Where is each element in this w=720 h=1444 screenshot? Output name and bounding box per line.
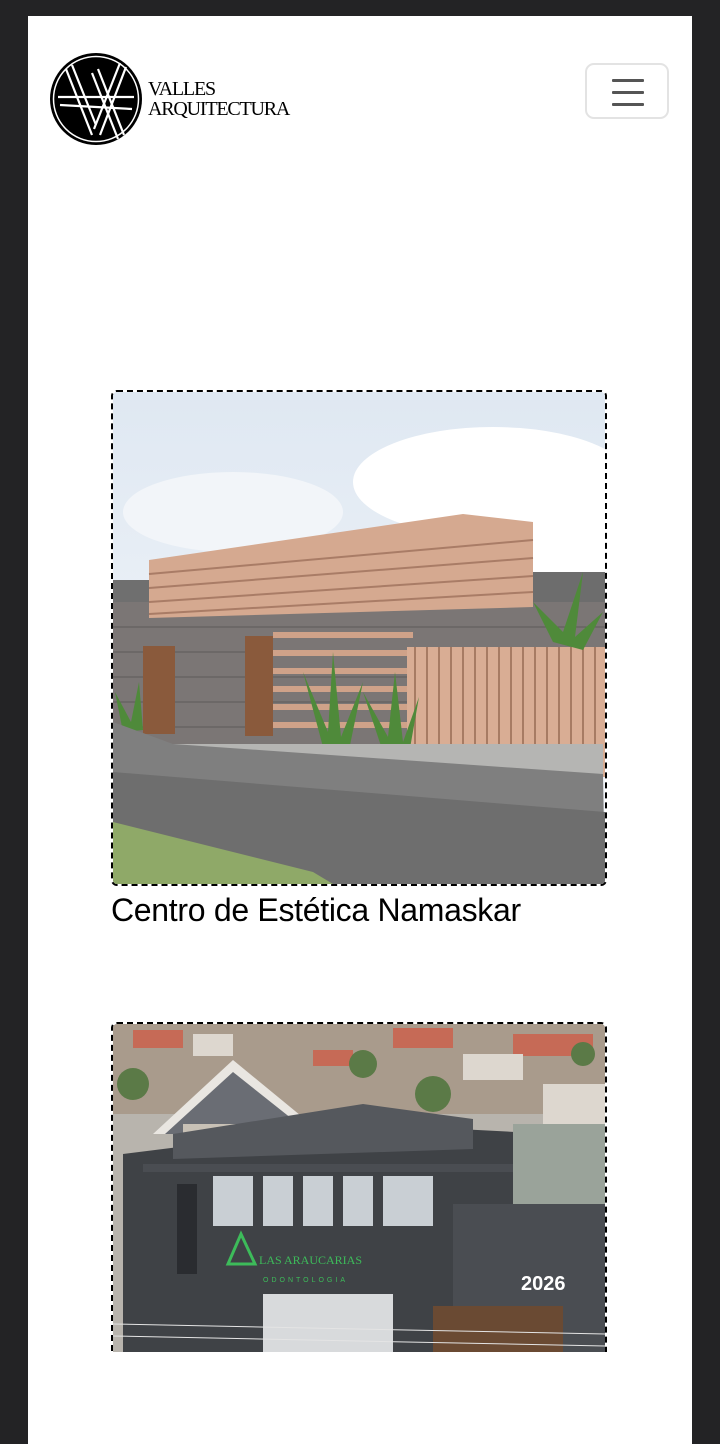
project-image[interactable]	[111, 390, 607, 886]
project-image[interactable]: LAS ARAUCARIAS ODONTOLOGIA 2026	[111, 1022, 607, 1352]
project-card[interactable]: LAS ARAUCARIAS ODONTOLOGIA 2026	[111, 1022, 607, 1352]
menu-toggle-button[interactable]	[585, 63, 669, 119]
project-title[interactable]: Centro de Estética Namaskar	[111, 892, 607, 928]
brand-name-line1: VALLES	[148, 78, 216, 100]
clinic-sign-subtext: ODONTOLOGIA	[263, 1277, 348, 1284]
page: VALLES ARQUITECTURA Centro de Estética N…	[28, 16, 692, 1444]
brand-logo[interactable]: VALLES ARQUITECTURA	[48, 51, 308, 147]
va-monogram-icon	[50, 53, 142, 145]
brand-wordmark: VALLES ARQUITECTURA	[148, 78, 290, 120]
brand-name-line2: ARQUITECTURA	[148, 98, 290, 120]
project-card[interactable]: Centro de Estética Namaskar	[111, 390, 607, 928]
clinic-sign-text: LAS ARAUCARIAS	[259, 1253, 362, 1267]
building-number: 2026	[521, 1273, 566, 1295]
